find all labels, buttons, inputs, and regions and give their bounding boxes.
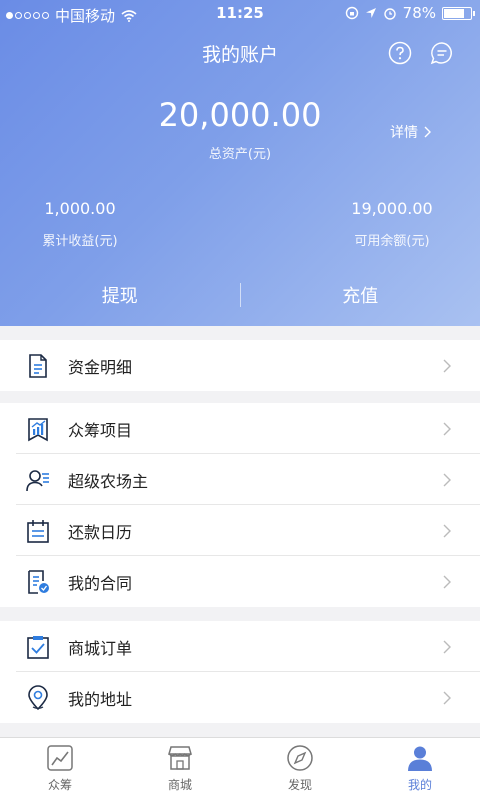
store-icon [168,746,192,770]
chat-bubble-icon[interactable] [430,41,454,65]
tab-mine[interactable]: 我的 [360,738,480,800]
user-list-icon [26,470,49,492]
menu-item-label: 我的合同 [68,573,133,593]
menu-item-crowdfunding[interactable]: 众筹项目 [0,403,480,454]
tab-crowdfunding[interactable]: 众筹 [0,738,120,800]
chevron-right-icon [424,126,431,138]
rotation-lock-icon [345,6,358,20]
menu-item-my-contracts[interactable]: 我的合同 [0,556,480,607]
location-pin-icon [28,685,48,711]
menu-item-super-farmer[interactable]: 超级农场主 [0,454,480,505]
battery-percent: 78% [402,4,436,22]
document-list-icon [29,354,47,378]
tab-discover[interactable]: 发现 [240,738,360,800]
detail-label: 详情 [390,125,418,141]
available-balance: 19,000.00 可用余额(元) [312,199,472,249]
location-arrow-icon [365,8,376,18]
total-assets-label: 总资产(元) [208,147,272,162]
menu-item-label: 资金明细 [68,357,133,377]
tab-label: 我的 [407,778,432,792]
tab-label: 众筹 [47,778,72,792]
battery-icon [442,6,475,20]
clipboard-check-icon [27,636,49,659]
menu-item-my-address[interactable]: 我的地址 [0,672,480,723]
alarm-icon [383,8,396,20]
chevron-right-icon [443,359,451,373]
cumulative-earnings: 1,000.00 累计收益(元) [0,199,160,249]
user-icon [408,746,432,771]
menu-item-label: 商城订单 [68,638,133,658]
available-balance-value: 19,000.00 [351,199,433,218]
withdraw-button[interactable]: 提现 [0,282,240,308]
cumulative-earnings-label: 累计收益(元) [42,234,118,249]
menu-item-label: 众筹项目 [68,420,133,440]
menu-item-label: 我的地址 [68,689,133,709]
trend-chart-icon [47,745,73,771]
menu-group-shop: 商城订单 我的地址 [0,621,480,723]
menu-item-label: 超级农场主 [68,471,149,491]
chevron-right-icon [443,422,451,436]
tab-label: 发现 [287,778,312,792]
menu-item-shop-orders[interactable]: 商城订单 [0,621,480,672]
question-circle-icon[interactable] [388,41,412,65]
calendar-icon [27,520,49,543]
chevron-right-icon [443,575,451,589]
tab-store[interactable]: 商城 [120,738,240,800]
chevron-right-icon [443,524,451,538]
tab-bar: 众筹 商城 发现 我的 [0,737,480,800]
menu-item-label: 还款日历 [68,522,133,542]
available-balance-label: 可用余额(元) [354,234,430,249]
menu-item-repayment-calendar[interactable]: 还款日历 [0,505,480,556]
chevron-right-icon [443,640,451,654]
detail-link[interactable]: 详情 [390,122,432,142]
menu-item-fund-details[interactable]: 资金明细 [0,340,480,391]
contract-icon [28,570,49,594]
status-bar: 中国移动 11:25 78% [0,0,480,28]
recharge-button[interactable]: 充值 [241,282,480,308]
chart-bookmark-icon [28,418,48,442]
chevron-right-icon [443,473,451,487]
menu-group-funds: 资金明细 [0,340,480,391]
account-header: 中国移动 11:25 78% 我的账户 20,000.00 总资产(元) 详情 … [0,0,480,326]
compass-icon [287,745,313,771]
status-right: 78% [345,4,475,22]
chevron-right-icon [443,691,451,705]
cumulative-earnings-value: 1,000.00 [44,199,116,218]
tab-label: 商城 [167,778,192,792]
action-bar: 提现 充值 [0,270,480,320]
menu-group-projects: 众筹项目 超级农场主 还款日历 我的合同 [0,403,480,607]
